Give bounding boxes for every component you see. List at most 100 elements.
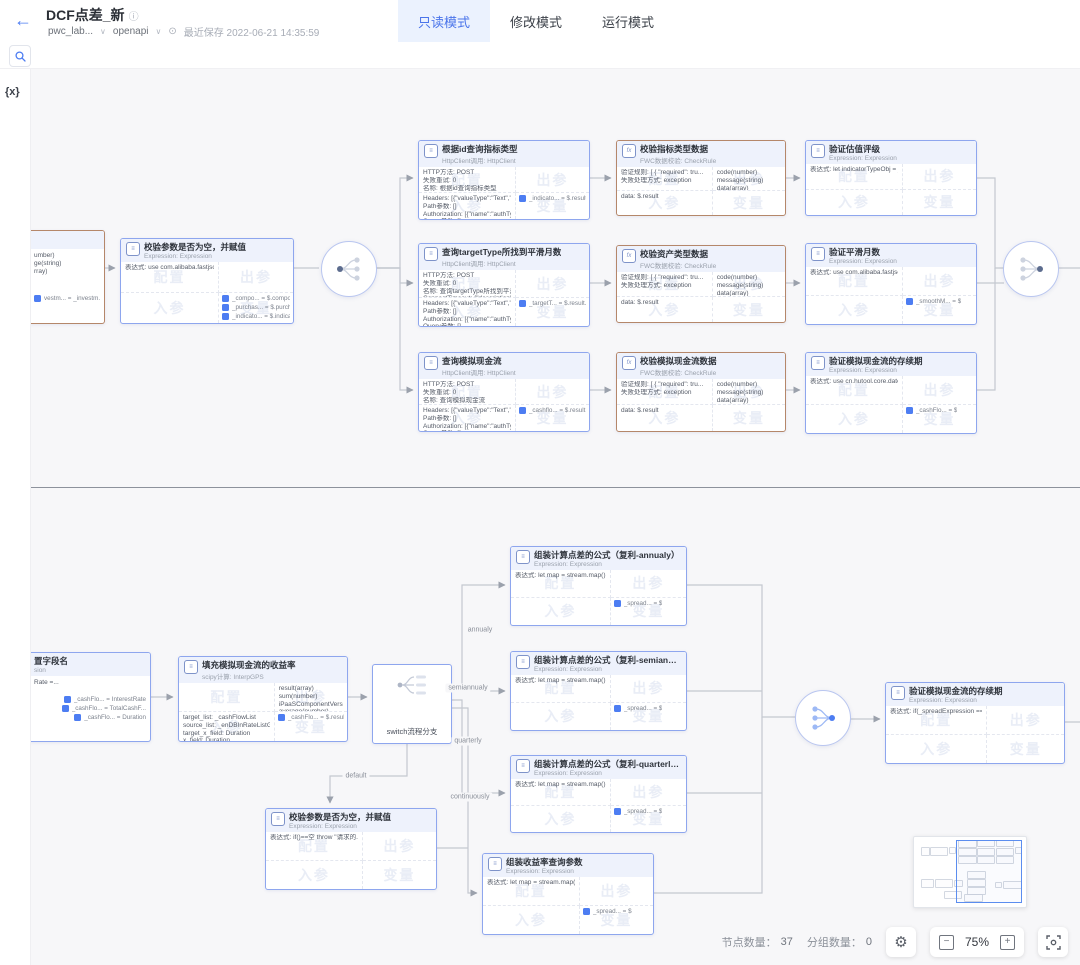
flow-node-expr-validate-cashflow-duration-top[interactable]: ≡验证模拟现金流的存续期Expression: Expression配置表达式:… [805,352,977,434]
variable-badge-text: vestm... = _investm... [44,295,100,302]
variables-icon[interactable]: {x} [5,86,30,98]
zoom-out-button[interactable]: − [939,935,954,950]
flow-node-check-asset-type-data[interactable]: fx校验资产类型数据FWC数据校验: CheckRule配置验证规则: [ { … [616,245,786,323]
tab-run-mode[interactable]: 运行模式 [582,0,674,42]
flow-node-expr-validate-duration-bottom[interactable]: ≡验证模拟现金流的存续期Expression: Expression配置表达式:… [885,682,1065,764]
flow-node-validate-params-throw[interactable]: ≡校验参数是否为空，并赋值Expression: Expression配置表达式… [265,808,437,890]
node-cell-bl: 入参data: $.result [617,405,713,431]
watermark-tr: 出参 [903,166,976,186]
config-line: 失败重试: 0 [423,389,511,397]
variable-badge: _cashFlo... = $.result [278,714,344,721]
flow-canvas[interactable]: umber)ge(string)rray)vestm... = _investm… [30,68,1080,965]
flow-edge-23 [685,585,795,717]
project-select[interactable]: pwc_lab... [48,26,93,37]
node-cell-bl: 入参Headers: [{"valueType":"Text","n...Pat… [419,298,516,326]
node-body: 配置表达式: use com.alibaba.fastjson...出参入参变量… [806,267,976,324]
config-lines: 表达式: use com.alibaba.fastjson... [121,262,218,274]
minimap-node [930,847,949,855]
check-icon: fx [622,356,636,370]
flow-node-expr-assemble-yield-query[interactable]: ≡组装收益率查询参数Expression: Expression配置表达式: l… [482,853,654,935]
tab-edit-mode[interactable]: 修改模式 [490,0,582,42]
flow-node-partial-left-bottom[interactable]: 置字段名sionRate =..._cashFlo... = InterestR… [30,652,151,742]
config-lines: 表达式: if()==空 throw "请求的... [266,832,362,844]
settings-button[interactable]: ⚙ [886,927,916,957]
node-title: 验证模拟现金流的存续期 [909,685,1003,697]
flow-node-fanin-top[interactable] [1003,241,1059,297]
switch-branch-icon [395,673,429,697]
flow-node-expr-validate-rating[interactable]: ≡验证估值评级Expression: Expression配置表达式: let … [805,140,977,216]
fit-view-button[interactable] [1038,927,1068,957]
search-button[interactable] [9,45,31,67]
variable-badge-text: _spread... = $ [624,808,663,815]
node-cell-br: 变量 [903,190,976,216]
variable-badges: _cashflo... = $.result.dat... [516,405,589,416]
node-cell-tr: 出参 [516,379,589,405]
flow-node-fill-cashflow-yield[interactable]: ≡填充模拟现金流的收益率scipy计算: InterpGPS配置出参result… [178,656,348,742]
flow-node-expr-assemble-semiannually[interactable]: ≡组装计算点差的公式（复利-semiannually）Expression: E… [510,651,687,731]
variable-badge-text: _indicato... = $.indicatorT... [232,313,290,320]
node-header: fx校验模拟现金流数据FWC数据校验: CheckRule [617,353,785,379]
flow-node-switch-branch[interactable]: switch流程分支 [372,664,452,744]
flow-edge-2 [375,178,413,268]
flow-node-fanout-top[interactable] [321,241,377,297]
env-select[interactable]: openapi [113,26,149,37]
variable-badge-text: _cashFlo... = InterestRate [74,696,146,703]
flow-node-check-cashflow-data[interactable]: fx校验模拟现金流数据FWC数据校验: CheckRule配置验证规则: [ {… [616,352,786,432]
flow-node-http-query-cashflow[interactable]: ≡查询模拟现金流HttpClient调用: HttpClient配置HTTP方法… [418,352,590,432]
flow-node-check-indicator-type-data[interactable]: fx校验指标类型数据FWC数据校验: CheckRule配置验证规则: [ { … [616,140,786,216]
node-cell-tl: 配置HTTP方法: POST失败重试: 0名称: 根据id查询指标类型Conne… [419,167,516,193]
node-body: 配置表达式: use com.alibaba.fastjson...出参入参变量… [121,262,293,323]
info-icon[interactable]: ⓘ [129,12,139,23]
config-line: 失败重试: 0 [423,280,511,288]
expression-icon: ≡ [516,655,530,669]
flow-node-expr-assemble-annually[interactable]: ≡组装计算点差的公式（复利-annualy）Expression: Expres… [510,546,687,626]
node-subtitle: Expression: Expression [534,770,681,777]
config-line: 名称: 查询targetType所找到平滑... [423,288,511,296]
expression-icon: ≡ [271,812,285,826]
config-line: 失败处理方式: exception [621,389,708,397]
node-cell-tl: 配置表达式: let map = stream.map()... [511,570,611,598]
edge-label-semiannualy: semiannualy [445,684,490,693]
node-cell-br: 变量_compo... = $.compoun..._purchas... = … [219,293,293,324]
back-button[interactable]: ← [14,9,32,31]
flow-node-merge-bottom[interactable] [795,690,851,746]
watermark-bl: 入参 [806,409,902,429]
variable-type-icon [519,407,526,414]
config-line: result(array) [279,685,343,693]
zoom-level: 75% [963,935,991,949]
watermark-tr: 出参 [611,678,686,698]
node-cell-tr: 出参 [516,270,589,298]
flow-node-expr-validate-smooth-months[interactable]: ≡验证平滑月数Expression: Expression配置表达式: use … [805,243,977,325]
config-line: 表达式: let map = stream.map()... [515,572,606,580]
flow-node-http-query-target-type[interactable]: ≡查询targetType所找到平滑月数HttpClient调用: HttpCl… [418,243,590,327]
node-cell-tr: 出参 [363,832,436,861]
minimap-viewport[interactable] [956,840,1022,903]
config-line: 验证规则: [ { "required": tru... [621,381,708,389]
config-line: message(string) [717,389,781,397]
variable-badges: vestm... = _investm... [30,293,104,304]
expression-icon: ≡ [126,242,140,256]
node-body: 配置表达式: use cn.hutool.core.date...出参入参变量_… [806,376,976,433]
variable-badge: _compo... = $.compoun... [222,295,290,302]
config-lines: result(array)sum(number)iPaaSComponentVe… [275,683,347,712]
minimap[interactable] [913,836,1027,908]
node-cell-bl: 入参 [806,190,903,216]
variable-badges: _cashFlo... = $.result [275,712,347,723]
flow-node-expr-assemble-quarterly[interactable]: ≡组装计算点差的公式（复利-quarterly）Expression: Expr… [510,755,687,833]
flow-node-validate-params-assign[interactable]: ≡校验参数是否为空，并赋值Expression: Expression配置表达式… [120,238,294,324]
tab-readonly-mode[interactable]: 只读模式 [398,0,490,42]
edge-label-annualy: annualy [465,626,496,635]
variable-type-icon [222,295,229,302]
variable-type-icon [614,808,621,815]
node-cell-tr: 出参 [219,262,293,293]
node-subtitle: Expression: Expression [289,823,391,830]
node-body: 配置表达式: if()==空 throw "请求的...出参入参变量 [266,832,436,889]
config-lines: 表达式: let map = stream.map()... [511,779,610,791]
zoom-in-button[interactable]: + [1000,935,1015,950]
flow-node-http-query-indicator-type[interactable]: ≡根据id查询指标类型HttpClient调用: HttpClient配置HTT… [418,140,590,220]
config-line: Path参数: [] [423,308,511,316]
node-cell-tl: 配置HTTP方法: POST失败重试: 0名称: 查询模拟现金流ConnectT… [419,379,516,405]
variable-badge: vestm... = _investm... [34,295,100,302]
node-cell-tr: 出参 [611,570,686,598]
flow-node-partial-left-top[interactable]: umber)ge(string)rray)vestm... = _investm… [30,230,105,324]
